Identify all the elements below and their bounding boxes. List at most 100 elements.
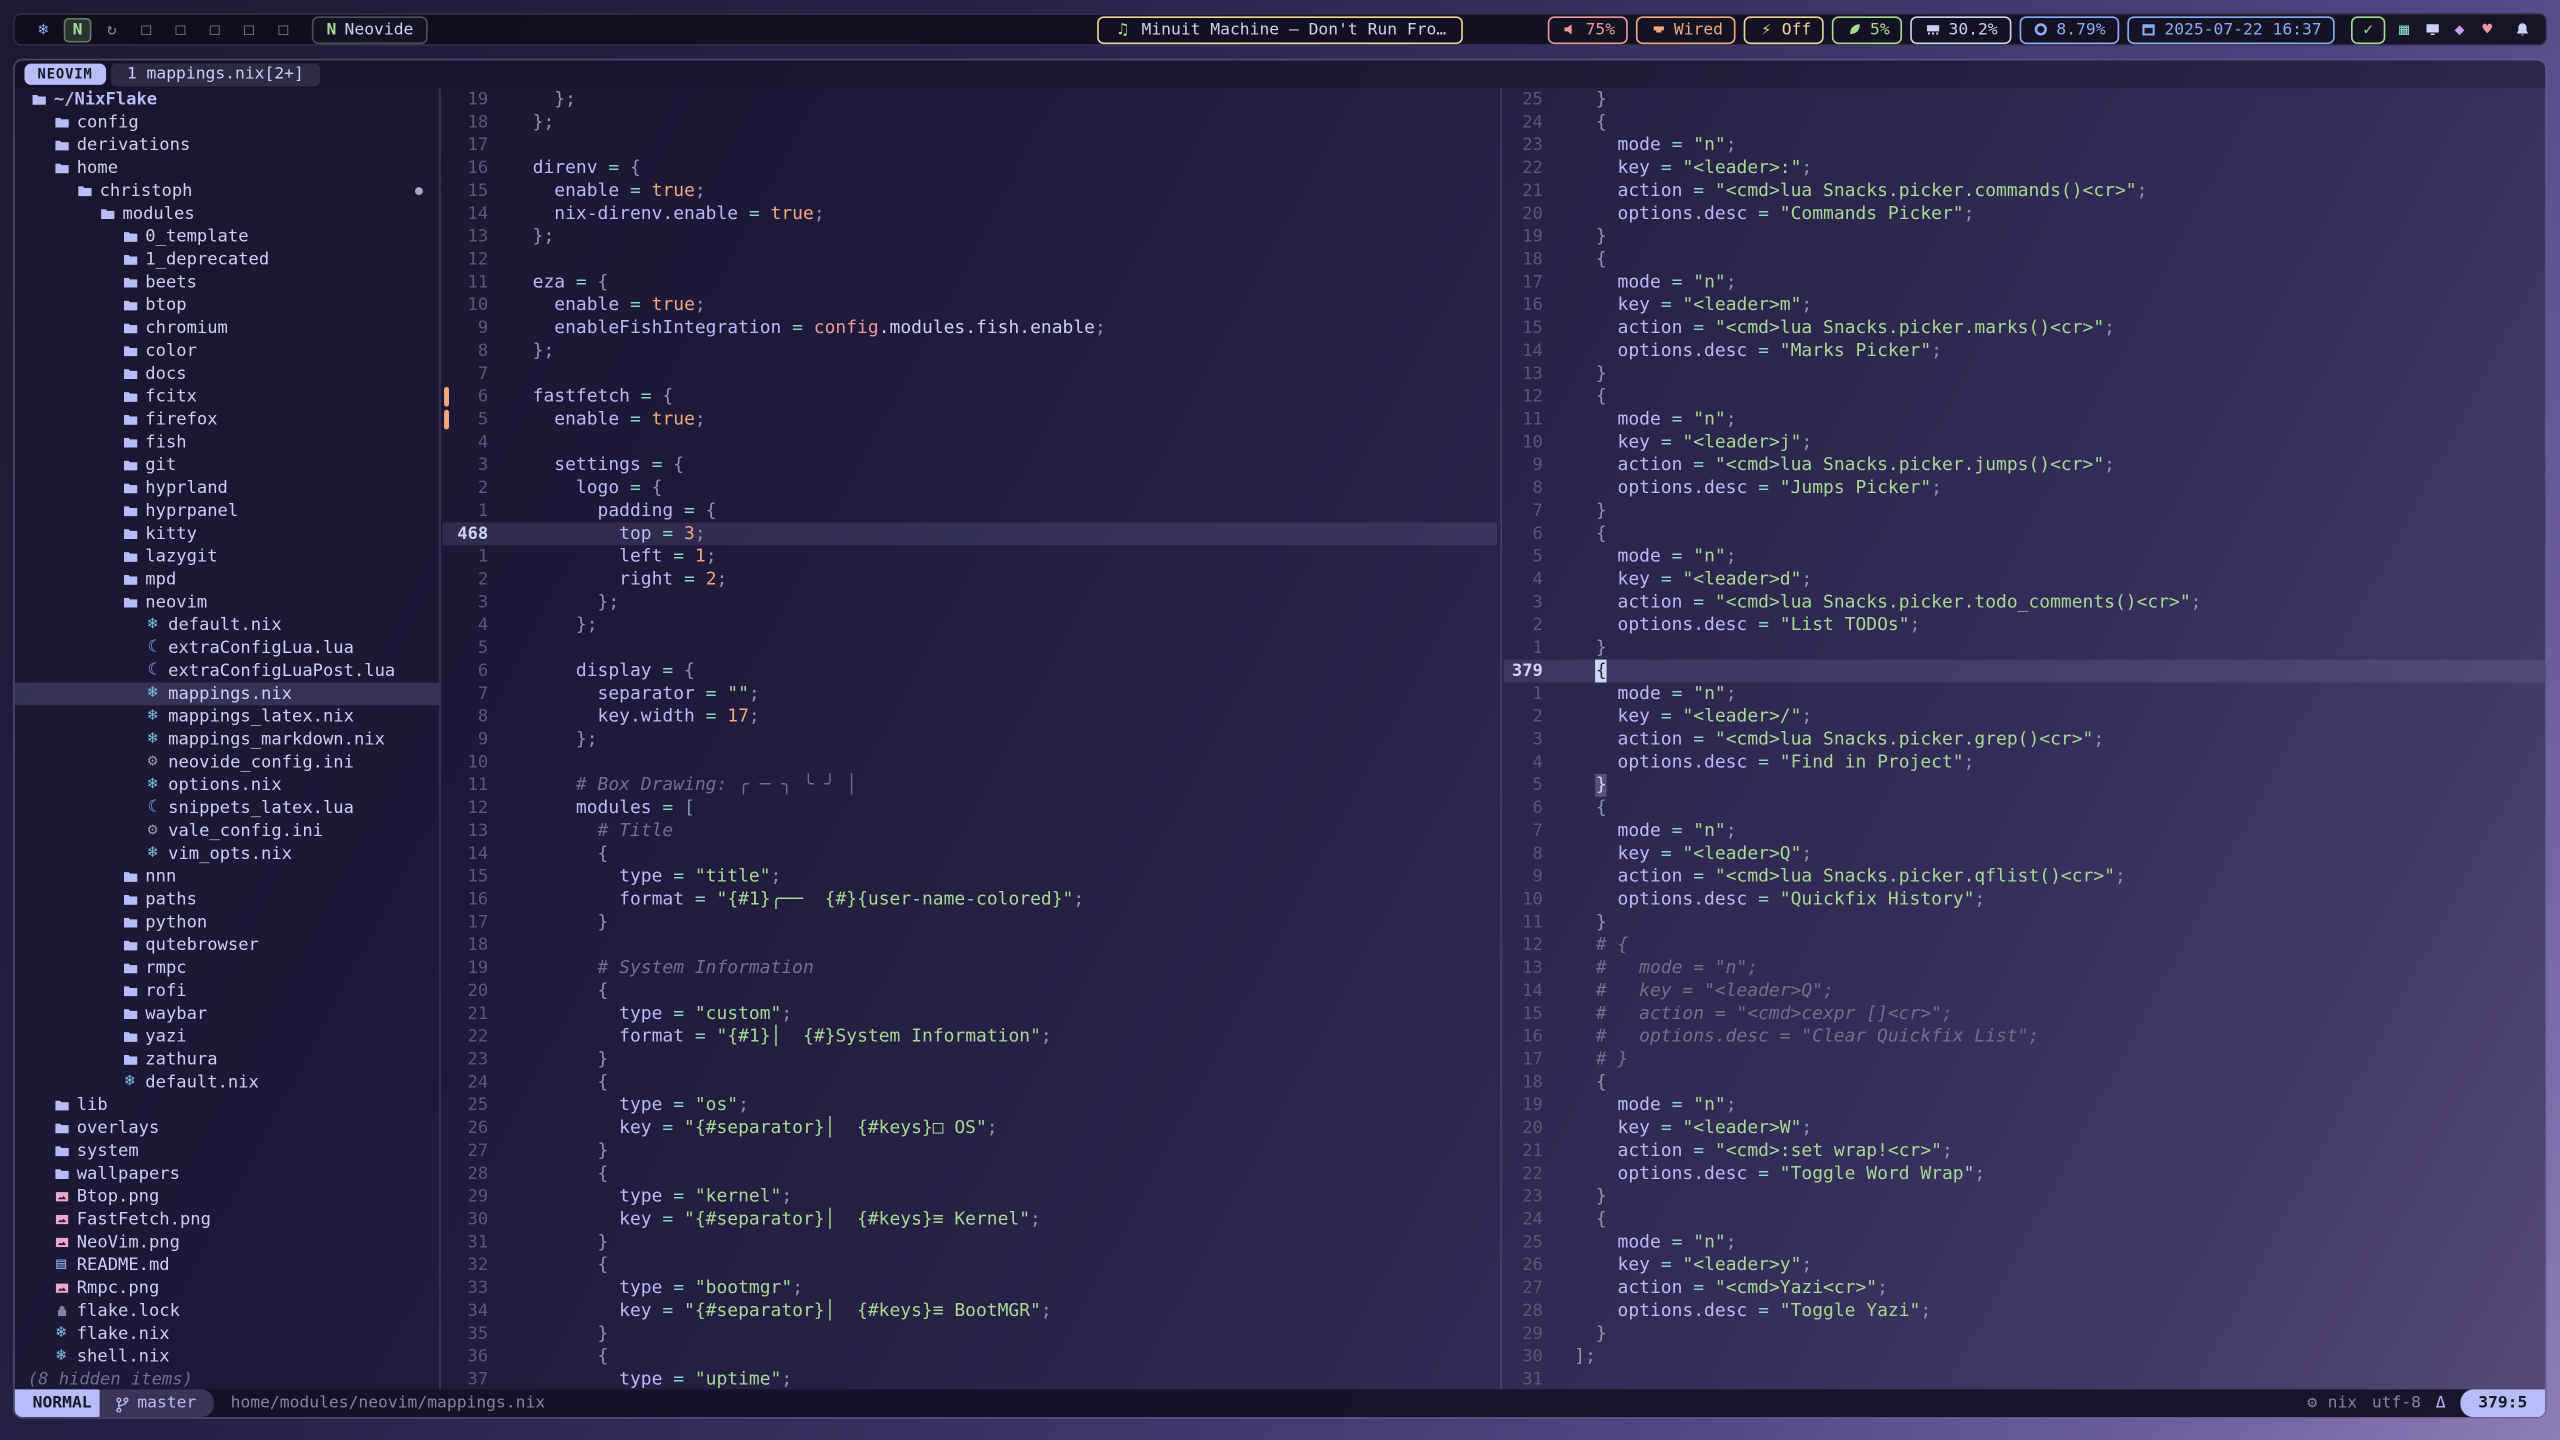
code-line[interactable]: 29 type = "kernel"; [442,1185,1497,1208]
code-line[interactable]: 23 } [1504,1185,2546,1208]
code-line[interactable]: 30 ]; [1504,1345,2546,1368]
tree-item[interactable]: hyprpanel [15,500,439,523]
workspace[interactable]: □ [235,17,263,41]
split-separator[interactable] [1500,88,1502,1389]
tree-item[interactable]: ❄mappings_markdown.nix [15,728,439,751]
tree-item[interactable]: hyprland [15,477,439,500]
code-line[interactable]: 26 key = "{#separator}│ {#keys}□ OS"; [442,1117,1497,1140]
code-line[interactable]: 7 [442,362,1497,385]
tree-item[interactable]: NeoVim.png [15,1231,439,1254]
tree-item[interactable]: flake.lock [15,1300,439,1323]
code-line[interactable]: 27 action = "<cmd>Yazi<cr>"; [1504,1277,2546,1300]
tree-item[interactable]: fish [15,431,439,454]
code-line[interactable]: 25 mode = "n"; [1504,1231,2546,1254]
code-line[interactable]: 20 { [442,980,1497,1003]
code-line[interactable]: 19 # System Information [442,957,1497,980]
code-line[interactable]: 7 mode = "n"; [1504,820,2546,843]
code-line[interactable]: 11 } [1504,911,2546,934]
code-line[interactable]: 10 enable = true; [442,294,1497,317]
code-line[interactable]: 20 options.desc = "Commands Picker"; [1504,202,2546,225]
code-line[interactable]: 30 key = "{#separator}│ {#keys}≡ Kernel"… [442,1208,1497,1231]
workspace[interactable]: □ [167,17,195,41]
tray-item[interactable]: ♥ [2478,20,2496,38]
code-line[interactable]: 14 # key = "<leader>Q"; [1504,980,2546,1003]
tree-item[interactable]: yazi [15,1025,439,1048]
code-line[interactable]: 2 key = "<leader>/"; [1504,705,2546,728]
tree-item[interactable]: waybar [15,1002,439,1025]
code-line[interactable]: 31 [1504,1368,2546,1389]
code-line[interactable]: 3 action = "<cmd>lua Snacks.picker.grep(… [1504,728,2546,751]
code-line[interactable]: 25 type = "os"; [442,1094,1497,1117]
tree-item[interactable]: color [15,340,439,363]
tree-item[interactable]: chromium [15,317,439,340]
tree-item[interactable]: christoph● [15,180,439,203]
code-line[interactable]: 35 } [442,1322,1497,1345]
code-line[interactable]: 10 [442,751,1497,774]
tree-item[interactable]: overlays [15,1117,439,1140]
code-line[interactable]: 22 options.desc = "Toggle Word Wrap"; [1504,1162,2546,1185]
workspace[interactable]: ↻ [98,17,126,41]
tray-item[interactable]: ▦ [2395,20,2413,38]
tree-item[interactable]: ❄default.nix [15,614,439,637]
tree-item[interactable]: neovim [15,591,439,614]
tree-item[interactable]: ⚙neovide_config.ini [15,751,439,774]
code-line[interactable]: 4 }; [442,614,1497,637]
clock-module[interactable]: 2025-07-22 16:37 [2127,16,2335,44]
tree-item[interactable]: ❄vim_opts.nix [15,842,439,865]
code-line[interactable]: 32 { [442,1254,1497,1277]
tree-item[interactable]: docs [15,362,439,385]
code-line[interactable]: 13 # mode = "n"; [1504,957,2546,980]
tree-item[interactable]: 0_template [15,225,439,248]
code-line[interactable]: 21 action = "<cmd>lua Snacks.picker.comm… [1504,180,2546,203]
tab-mappings-nix[interactable]: 1 mappings.nix[2+] [111,63,321,86]
code-line[interactable]: 1 } [1504,637,2546,660]
code-line[interactable]: 17 [442,134,1497,157]
code-line[interactable]: 19 } [1504,225,2546,248]
code-line[interactable]: 18 }; [442,111,1497,134]
tree-item[interactable]: ⚙vale_config.ini [15,820,439,843]
active-window-title[interactable]: N Neovide [312,16,428,44]
bell-icon[interactable] [2513,21,2531,37]
code-line[interactable]: 8 key.width = 17; [442,705,1497,728]
tree-item[interactable]: config [15,111,439,134]
workspace[interactable]: □ [132,17,160,41]
code-line[interactable]: 20 key = "<leader>W"; [1504,1117,2546,1140]
tree-item[interactable]: ☾extraConfigLuaPost.lua [15,660,439,683]
workspace[interactable]: ❄ [29,17,57,41]
tree-item[interactable]: git [15,454,439,477]
code-line[interactable]: 24 { [1504,1208,2546,1231]
code-line[interactable]: 1 left = 1; [442,545,1497,568]
bluetooth-module[interactable]: ⚡Off [1744,16,1824,44]
tree-item[interactable]: ☾snippets_latex.lua [15,797,439,820]
code-line[interactable]: 12 [442,248,1497,271]
tree-item[interactable]: wallpapers [15,1162,439,1185]
code-line[interactable]: 8 options.desc = "Jumps Picker"; [1504,477,2546,500]
code-line[interactable]: 2 options.desc = "List TODOs"; [1504,614,2546,637]
code-line[interactable]: 11 eza = { [442,271,1497,294]
code-line[interactable]: 14 options.desc = "Marks Picker"; [1504,340,2546,363]
code-line[interactable]: 36 { [442,1345,1497,1368]
tray-item[interactable]: ✓ [2351,16,2385,44]
tree-item[interactable]: ❄flake.nix [15,1322,439,1345]
code-line[interactable]: 8 }; [442,340,1497,363]
code-line[interactable]: 18 { [1504,1071,2546,1094]
code-line[interactable]: 21 type = "custom"; [442,1002,1497,1025]
tree-item[interactable]: btop [15,294,439,317]
workspace[interactable]: □ [201,17,229,41]
code-line[interactable]: 24 { [442,1071,1497,1094]
code-line[interactable]: 13 }; [442,225,1497,248]
code-line[interactable]: 4 [442,431,1497,454]
code-line[interactable]: 28 { [442,1162,1497,1185]
code-line[interactable]: 28 options.desc = "Toggle Yazi"; [1504,1300,2546,1323]
code-line[interactable]: 23 mode = "n"; [1504,134,2546,157]
code-line[interactable]: 6 { [1504,522,2546,545]
code-line[interactable]: 12 { [1504,385,2546,408]
code-line[interactable]: 2 logo = { [442,477,1497,500]
tree-item[interactable]: kitty [15,522,439,545]
tree-item[interactable]: mpd [15,568,439,591]
code-line[interactable]: 9 action = "<cmd>lua Snacks.picker.jumps… [1504,454,2546,477]
code-line[interactable]: 4 key = "<leader>d"; [1504,568,2546,591]
tree-item[interactable]: ❄shell.nix [15,1345,439,1368]
code-line[interactable]: 4 options.desc = "Find in Project"; [1504,751,2546,774]
code-line[interactable]: 6 { [1504,797,2546,820]
